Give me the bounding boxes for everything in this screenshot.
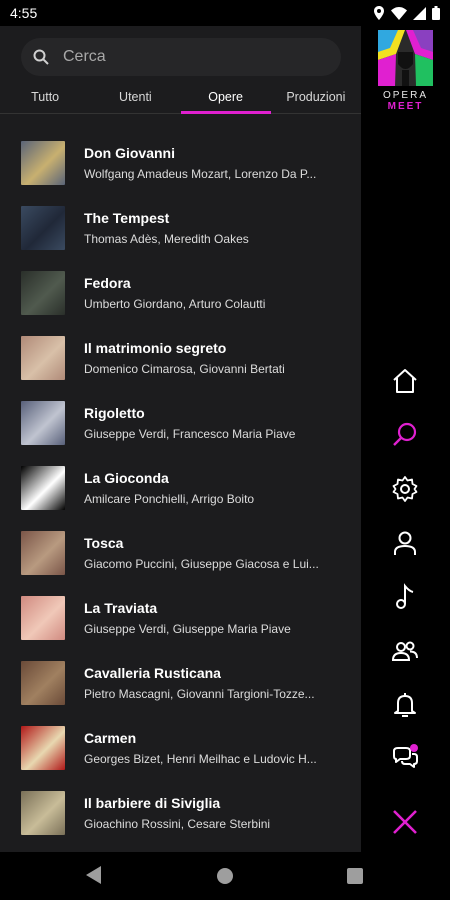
opera-meet-logo — [378, 30, 433, 86]
opera-title: Rigoletto — [84, 404, 145, 421]
opera-thumbnail — [21, 595, 65, 640]
opera-thumbnail — [21, 530, 65, 575]
opera-list-item[interactable]: La Traviata Giuseppe Verdi, Giuseppe Mari… — [0, 585, 361, 650]
wifi-icon — [391, 6, 407, 20]
opera-authors: Amilcare Ponchielli, Arrigo Boito — [84, 491, 255, 506]
status-bar: 4:55 — [0, 0, 450, 26]
opera-title: Tosca — [84, 534, 124, 551]
opera-authors: Thomas Adès, Meredith Oakes — [84, 231, 249, 246]
opera-text: Don Giovanni Wolfgang Amadeus Mozart, Lor… — [84, 145, 344, 181]
opera-title: The Tempest — [84, 209, 170, 226]
opera-authors: Gioachino Rossini, Cesare Sterbini — [84, 816, 271, 831]
logo-text-opera: OPERA — [382, 90, 428, 101]
opera-thumbnail — [21, 725, 65, 770]
opera-text: Carmen Georges Bizet, Henri Meilhac e Lud… — [84, 730, 344, 766]
opera-list-item[interactable]: Il matrimonio segreto Domenico Cimarosa, … — [0, 325, 361, 390]
opera-authors: Giuseppe Verdi, Francesco Maria Piave — [84, 426, 296, 441]
opera-text: The Tempest Thomas Adès, Meredith Oakes — [84, 210, 344, 246]
home-button-icon[interactable] — [217, 868, 233, 884]
status-icons — [373, 6, 440, 20]
recents-icon[interactable] — [347, 868, 363, 884]
tab-produzioni[interactable]: Produzioni — [271, 82, 361, 113]
signal-icon — [413, 6, 426, 20]
location-icon — [374, 6, 384, 20]
opera-text: Il barbiere di Siviglia Gioachino Rossini… — [84, 795, 344, 831]
opera-text: Cavalleria Rusticana Pietro Mascagni, Gio… — [84, 665, 344, 701]
battery-icon — [432, 6, 440, 20]
profile-icon[interactable] — [391, 529, 419, 557]
opera-authors: Umberto Giordano, Arturo Colautti — [84, 296, 266, 311]
close-icon[interactable] — [391, 808, 419, 836]
search-input[interactable] — [63, 48, 313, 66]
opera-title: Il barbiere di Siviglia — [84, 794, 221, 811]
sidebar: OPERA MEET — [361, 26, 450, 852]
opera-thumbnail — [21, 205, 65, 250]
notifications-icon[interactable] — [391, 691, 419, 719]
home-icon[interactable] — [391, 367, 419, 395]
tab-bar: Tutto Utenti Opere Produzioni — [0, 82, 361, 114]
opera-authors: Wolfgang Amadeus Mozart, Lorenzo Da P... — [84, 166, 317, 181]
tab-opere[interactable]: Opere — [180, 82, 272, 114]
search-icon — [33, 49, 49, 65]
opera-authors: Giuseppe Verdi, Giuseppe Maria Piave — [84, 621, 291, 636]
search-bar[interactable] — [21, 38, 341, 76]
opera-authors: Domenico Cimarosa, Giovanni Bertati — [84, 361, 285, 376]
settings-icon[interactable] — [391, 475, 419, 503]
tab-utenti[interactable]: Utenti — [90, 82, 180, 113]
opera-title: Il matrimonio segreto — [84, 339, 227, 356]
opera-thumbnail — [21, 140, 65, 185]
opera-list: Don Giovanni Wolfgang Amadeus Mozart, Lor… — [0, 130, 361, 845]
opera-text: Rigoletto Giuseppe Verdi, Francesco Maria… — [84, 405, 344, 441]
opera-list-item[interactable]: Don Giovanni Wolfgang Amadeus Mozart, Lor… — [0, 130, 361, 195]
opera-text: Tosca Giacomo Puccini, Giuseppe Giacosa e… — [84, 535, 344, 571]
chat-icon[interactable] — [391, 743, 419, 771]
opera-title: Don Giovanni — [84, 144, 175, 161]
opera-title: Fedora — [84, 274, 131, 291]
opera-title: Cavalleria Rusticana — [84, 664, 221, 681]
android-nav-bar — [0, 852, 450, 900]
opera-thumbnail — [21, 465, 65, 510]
opera-title: Carmen — [84, 729, 137, 746]
music-icon[interactable] — [391, 583, 419, 611]
opera-thumbnail — [21, 270, 65, 315]
logo-text-meet: MEET — [387, 101, 424, 112]
opera-text: La Gioconda Amilcare Ponchielli, Arrigo B… — [84, 470, 344, 506]
opera-thumbnail — [21, 335, 65, 380]
opera-text: Il matrimonio segreto Domenico Cimarosa, … — [84, 340, 344, 376]
opera-text: Fedora Umberto Giordano, Arturo Colautti — [84, 275, 344, 311]
opera-list-item[interactable]: The Tempest Thomas Adès, Meredith Oakes — [0, 195, 361, 260]
back-icon[interactable] — [86, 866, 102, 884]
opera-list-item[interactable]: La Gioconda Amilcare Ponchielli, Arrigo B… — [0, 455, 361, 520]
status-time: 4:55 — [10, 5, 38, 21]
opera-text: La Traviata Giuseppe Verdi, Giuseppe Mari… — [84, 600, 344, 636]
opera-list-item[interactable]: Fedora Umberto Giordano, Arturo Colautti — [0, 260, 361, 325]
opera-list-item[interactable]: Rigoletto Giuseppe Verdi, Francesco Maria… — [0, 390, 361, 455]
opera-title: La Gioconda — [84, 469, 169, 486]
opera-authors: Pietro Mascagni, Giovanni Targioni-Tozze… — [84, 686, 315, 701]
opera-list-item[interactable]: Il barbiere di Siviglia Gioachino Rossini… — [0, 780, 361, 845]
group-icon[interactable] — [391, 637, 419, 665]
opera-list-item[interactable]: Carmen Georges Bizet, Henri Meilhac e Lud… — [0, 715, 361, 780]
opera-list-item[interactable]: Cavalleria Rusticana Pietro Mascagni, Gio… — [0, 650, 361, 715]
search-panel: Tutto Utenti Opere Produzioni Don Giovan… — [0, 26, 361, 852]
search-nav-icon[interactable] — [391, 421, 419, 449]
opera-authors: Georges Bizet, Henri Meilhac e Ludovic H… — [84, 751, 317, 766]
opera-list-item[interactable]: Tosca Giacomo Puccini, Giuseppe Giacosa e… — [0, 520, 361, 585]
opera-title: La Traviata — [84, 599, 158, 616]
opera-thumbnail — [21, 400, 65, 445]
opera-thumbnail — [21, 790, 65, 835]
opera-authors: Giacomo Puccini, Giuseppe Giacosa e Lui.… — [84, 556, 319, 571]
tab-tutto[interactable]: Tutto — [0, 82, 90, 113]
opera-thumbnail — [21, 660, 65, 705]
